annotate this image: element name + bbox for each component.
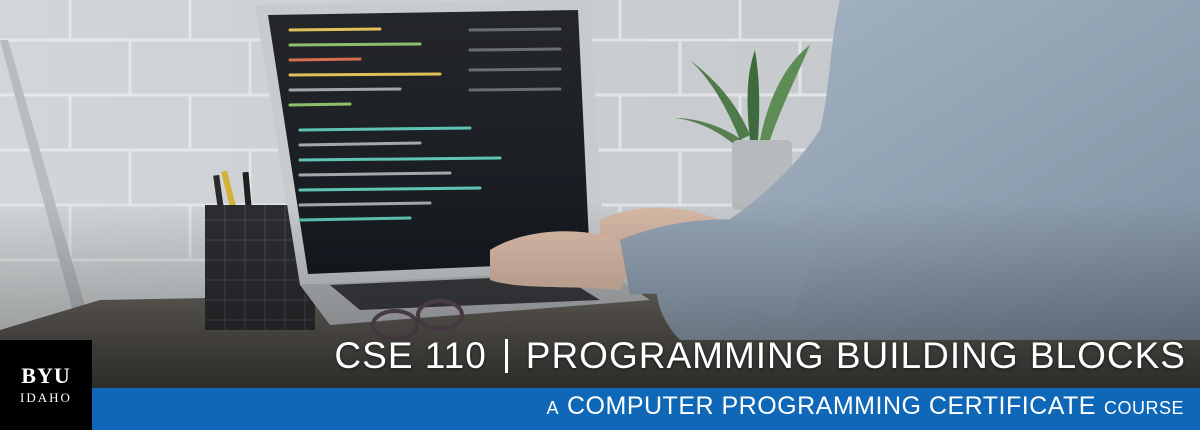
course-name: PROGRAMMING BUILDING BLOCKS [525,335,1186,376]
logo-line-byu: BYU [21,362,71,388]
course-code: CSE 110 [334,335,487,376]
course-title: CSE 110 PROGRAMMING BUILDING BLOCKS [334,332,1186,380]
course-banner: CSE 110 PROGRAMMING BUILDING BLOCKS A CO… [0,0,1200,430]
title-separator [504,339,508,373]
course-subtitle: A COMPUTER PROGRAMMING CERTIFICATE COURS… [546,392,1184,426]
subtitle-suffix: COURSE [1103,398,1184,418]
byu-idaho-logo: BYU IDAHO [0,340,92,430]
subtitle-main: COMPUTER PROGRAMMING CERTIFICATE [567,392,1096,420]
logo-line-idaho: IDAHO [20,389,72,405]
subtitle-prefix: A [546,398,559,418]
